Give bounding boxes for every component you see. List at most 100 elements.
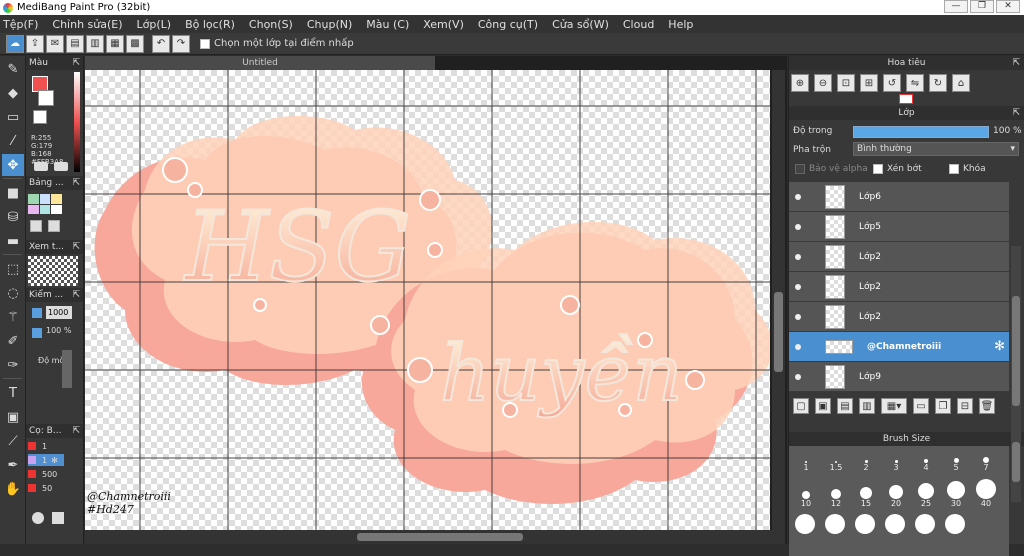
layer-row[interactable]: Lớp9 [789,362,1009,392]
brush-size-cell[interactable]: 1.5 [821,450,851,472]
menu-edit[interactable]: Chỉnh sửa(E) [52,18,122,31]
eye-icon[interactable] [795,253,801,260]
color-slider[interactable] [74,72,80,172]
pin-icon[interactable]: ⇱ [1012,106,1020,120]
select-rect-icon[interactable]: ⬚ [2,258,24,280]
layer-scrollbar[interactable] [1011,246,1021,454]
pin-icon[interactable]: ⇱ [72,242,80,252]
eye-icon[interactable] [795,283,801,290]
eye-icon[interactable] [795,313,801,320]
layer-opacity-slider[interactable] [853,126,989,138]
new-layer-icon[interactable]: ▢ [793,398,809,414]
chat-icon[interactable]: ✉ [46,34,64,53]
menu-layer[interactable]: Lớp(L) [137,18,172,31]
brush-size-cell[interactable]: 2 [851,450,881,472]
brush-item[interactable]: 1 [42,442,47,451]
new-halftone-layer-icon[interactable]: ▣ [815,398,831,414]
folder-icon[interactable]: ▭ [913,398,929,414]
gradient-icon[interactable]: ▬ [2,230,24,252]
merge-icon[interactable]: ⊟ [957,398,973,414]
grid-icon[interactable]: ▦ [106,34,124,53]
brush-item[interactable]: 500 [42,470,57,479]
navigator-thumbnail[interactable] [899,94,913,104]
pen-tool-icon[interactable]: ✒ [2,454,24,476]
blend-mode-select[interactable]: Bình thường ▾ [853,142,1019,156]
tiles-icon[interactable]: ▩ [126,34,144,53]
pin-icon[interactable]: ⇱ [72,290,80,300]
brush-icon[interactable]: ✎ [2,58,24,80]
text-icon[interactable]: T [2,382,24,404]
brush-size-cell[interactable]: 40 [971,478,1001,508]
preview-thumbnail[interactable] [28,256,78,286]
palette-add-button[interactable] [30,220,42,232]
redo-icon[interactable]: ↷ [172,34,190,53]
layer-row[interactable]: Lớp2 [789,302,1009,332]
flip-icon[interactable]: ⇋ [906,74,924,92]
brush-size-cell[interactable]: 7 [971,450,1001,472]
menu-tools[interactable]: Công cụ(T) [478,18,538,31]
close-button[interactable]: ✕ [996,0,1020,13]
palette-delete-button[interactable] [48,220,60,232]
new-1bit-layer-icon[interactable]: ▥ [859,398,875,414]
select-eraser-icon[interactable]: ✑ [2,354,24,376]
layer-row[interactable]: Lớp2 [789,242,1009,272]
fill-rectangle-icon[interactable]: ■ [2,182,24,204]
brush-size-cell[interactable]: 30 [941,478,971,508]
canvas[interactable]: HSG huyền @Chamnetroiii #Hd247 [85,70,770,530]
zoom-out-icon[interactable]: ⊖ [814,74,832,92]
layer-row[interactable]: Lớp5 [789,212,1009,242]
brush-size-cell[interactable]: 12 [821,478,851,508]
menu-view[interactable]: Xem(V) [423,18,464,31]
layer-row-selected[interactable]: @Chamnetroiii ✻ [789,332,1009,362]
select-layer-option[interactable]: Chọn một lớp tại điểm nhấp [200,38,354,49]
brush-size-cell[interactable]: 4 [911,450,941,472]
duplicate-icon[interactable]: ❐ [935,398,951,414]
pin-icon[interactable]: ⇱ [72,426,80,436]
color-swap-button[interactable] [54,162,68,171]
hand-icon[interactable]: ✋ [2,478,24,500]
rotate-left-icon[interactable]: ↺ [883,74,901,92]
pin-icon[interactable]: ⇱ [72,58,80,68]
check-scrollbar[interactable] [62,350,72,388]
size-input[interactable]: 1000 [46,306,72,319]
gear-icon[interactable]: ✻ [51,456,58,465]
rotate-right-icon[interactable]: ↻ [929,74,947,92]
pin-icon[interactable]: ⇱ [72,178,80,188]
select-layer-checkbox[interactable] [200,38,210,49]
brush-item[interactable]: 1 [42,456,47,465]
vertical-scrollbar[interactable] [772,70,785,530]
pin-icon[interactable]: ⇱ [1012,56,1020,70]
share-icon[interactable]: ⇪ [26,34,44,53]
brush-size-cell[interactable]: 3 [881,450,911,472]
menu-color[interactable]: Màu (C) [366,18,409,31]
brush-size-cell[interactable]: 20 [881,478,911,508]
zoom-in-icon[interactable]: ⊕ [791,74,809,92]
color-mode-button[interactable] [34,162,48,171]
menu-filter[interactable]: Bộ lọc(R) [185,18,235,31]
brush-page-icon[interactable] [52,512,64,524]
document-tab[interactable]: Untitled [85,56,435,70]
palette-swatches[interactable] [28,194,62,214]
layer-row[interactable]: Lớp6 [789,182,1009,212]
horizontal-scrollbar[interactable] [85,530,785,544]
magic-wand-icon[interactable]: ⚚ [2,306,24,328]
brush-add-icon[interactable] [32,512,44,524]
select-pen-icon[interactable]: ✐ [2,330,24,352]
lock-view-icon[interactable]: ⌂ [952,74,970,92]
add-layer-dropdown-icon[interactable]: ▦▾ [881,398,907,414]
menu-window[interactable]: Cửa sổ(W) [552,18,609,31]
brush-item[interactable]: 50 [42,484,52,493]
eye-icon[interactable] [795,223,801,230]
secondary-color-swatch[interactable] [38,90,54,106]
layer-row[interactable]: Lớp2 [789,272,1009,302]
move-icon[interactable]: ✥ [2,154,24,176]
brush-size-cell[interactable]: 15 [851,478,881,508]
divide-icon[interactable]: ▣ [2,406,24,428]
eye-icon[interactable] [795,343,801,350]
minimize-button[interactable]: — [944,0,968,13]
cloud-icon[interactable]: ☁ [6,34,24,53]
page-icon[interactable]: ▥ [86,34,104,53]
brush-size-scrollbar[interactable] [1011,432,1021,502]
clip-option[interactable]: Xén bớt [873,164,922,174]
fit-icon[interactable]: ⊡ [837,74,855,92]
